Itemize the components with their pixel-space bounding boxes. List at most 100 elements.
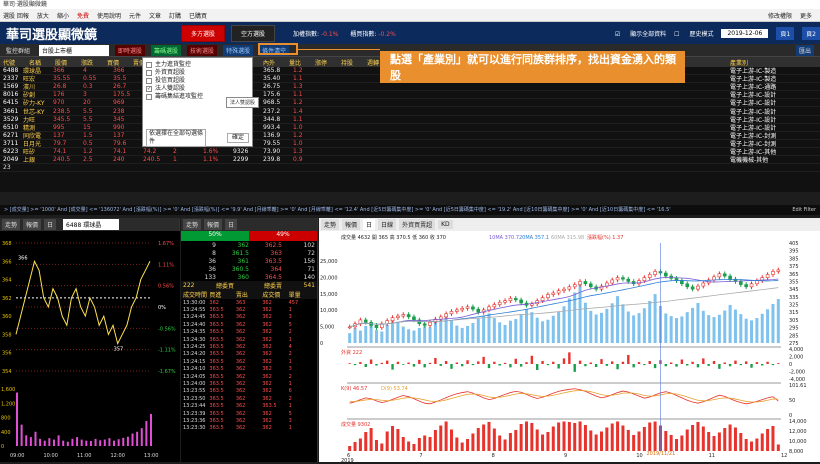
tab-quote[interactable]: 報價	[342, 219, 361, 230]
kd-axis-label: 101.61	[789, 383, 807, 389]
long-select-button[interactable]: 多方選股	[181, 24, 226, 42]
export-button[interactable]: 匯出	[795, 44, 814, 56]
table-row[interactable]: 3529力旺345.55.5345345.521.6%1028344.81.1電…	[0, 116, 820, 124]
history-mode-checkbox[interactable]: ☐ 歷史模式	[674, 29, 713, 38]
depth-summary: 222 總委買 總委賣 541	[181, 281, 317, 290]
tab-daily[interactable]: 日	[44, 219, 57, 230]
candle-body	[588, 283, 593, 288]
checkbox[interactable]	[146, 78, 152, 84]
volume2-bar	[385, 431, 389, 451]
tick-cell: 13:24:45	[183, 314, 206, 321]
page1-button[interactable]: 頁1	[776, 26, 795, 40]
table-row[interactable]: 1569濱川26.80.326.726.821.1%188426.751.3電子…	[0, 83, 820, 92]
column-header[interactable]: 買價	[107, 58, 133, 67]
realtime-select-tab[interactable]: 即時選股	[115, 44, 146, 56]
table-row[interactable]: 6223 旺矽 74.1 1.2 74.1 74.2 2 1.6% 9326 73.90 1.3 電子…	[0, 147, 820, 157]
column-header[interactable]: 漲停	[315, 58, 341, 67]
table-row[interactable]: 6415矽力-KY9702096997012.1%1032968.51.2電子上…	[0, 99, 820, 108]
period-select[interactable]: 日線	[378, 219, 397, 230]
tick-cell: 363.5	[209, 307, 224, 314]
foreign-bar	[734, 360, 737, 364]
foreign-bar	[519, 364, 523, 367]
special-select-tab[interactable]: 特殊選股	[223, 44, 254, 56]
industry-cell[interactable]: 電機機械-其他	[730, 155, 820, 164]
column-header[interactable]: 量比	[289, 58, 315, 67]
foreign-bar	[530, 355, 534, 364]
chip-select-tab[interactable]: 籌碼選股	[151, 44, 182, 56]
checkbox[interactable]	[146, 94, 152, 100]
stock-code: 6223	[3, 147, 19, 155]
condition-option[interactable]: 外資買超股	[146, 69, 249, 77]
menu-item[interactable]: 放大	[37, 11, 49, 20]
menu-item[interactable]: 縮小	[57, 11, 69, 20]
table-row[interactable]: 3661世芯-KY238.55.5238238.562.4%19638237.2…	[0, 107, 820, 116]
page2-button[interactable]: 頁2	[802, 26, 820, 40]
foreign-bar	[718, 364, 721, 369]
foreign-bar	[605, 364, 609, 366]
volume-bar	[407, 329, 411, 343]
table-row[interactable]: 8016矽創1763175.517631.7%1742175.61.1電子上游-…	[0, 91, 820, 100]
foreign-bar	[669, 362, 673, 364]
menu-item[interactable]: 文章	[149, 11, 161, 20]
price-axis-label: 358	[2, 332, 12, 338]
d-label: D(9) 53.74	[381, 386, 408, 392]
tab-quote[interactable]: 報價	[23, 219, 42, 230]
menu-item[interactable]: 已購買	[189, 11, 207, 20]
checkbox[interactable]	[146, 70, 152, 76]
table-row[interactable]: 6271同欣電1371.5137137.521.1%3252136.91.2電子…	[0, 132, 820, 140]
tick-row: 13:24:40 363.5 362 362 5	[181, 321, 317, 328]
condition-option[interactable]: 投信買超股	[146, 77, 249, 85]
volume2-bar	[712, 436, 716, 451]
tab-daily[interactable]: 日	[363, 219, 376, 230]
condition-option[interactable]: ✓ 法人雙認股	[146, 85, 249, 93]
checkbox[interactable]: ✓	[146, 86, 152, 92]
indicator-select[interactable]: 外資買賣超	[399, 219, 436, 230]
tick-cell: 363.5	[209, 380, 224, 387]
foreign-bar	[712, 361, 716, 364]
order-book-cell: 156	[303, 257, 315, 265]
short-select-button[interactable]: 空方選股	[231, 24, 276, 42]
foreign-bar	[616, 364, 619, 370]
edit-filter-button[interactable]: Edit Filter	[792, 205, 816, 215]
volume2-bar	[621, 425, 625, 451]
table-row[interactable]: 6510精測9951599099511.5%2729993.41.0電子上游-I…	[0, 124, 820, 132]
menu-item[interactable]: 訂購	[169, 11, 181, 20]
confirm-button[interactable]: 確定	[226, 133, 249, 143]
candle-body	[444, 313, 448, 318]
foreign-bar	[771, 364, 775, 366]
checkbox[interactable]	[146, 62, 152, 68]
price-axis-label: 354	[2, 369, 12, 375]
show-all-checkbox[interactable]: ☑ 顯示全部資料	[615, 29, 666, 38]
table-row[interactable]: 2049 上銀 240.5 2.5 240 240.5 1 1.1% 2299 239.8 0.9 電…	[0, 155, 820, 165]
menu-item[interactable]: 更多	[800, 11, 812, 20]
market-select[interactable]: 台股上市櫃	[39, 44, 110, 56]
date-input[interactable]: 2019-12-06	[721, 28, 769, 38]
volume-bar	[380, 331, 384, 343]
column-header[interactable]: 股價	[55, 58, 81, 67]
tab-trend[interactable]: 走勢	[321, 219, 340, 230]
condition-mode-select[interactable]: 依選擇在全部勾選條件	[146, 129, 206, 147]
order-book-cell: 8	[212, 249, 216, 257]
menu-item[interactable]: 使用說明	[97, 11, 121, 20]
order-book-row: 133 360 364.5 140	[181, 273, 317, 281]
mode-select[interactable]: KD	[438, 220, 453, 229]
menu-item[interactable]: 元件	[129, 11, 141, 20]
column-header[interactable]: 內外	[263, 58, 289, 67]
tab-quote[interactable]: 報價	[204, 219, 223, 230]
price-axis-label: 365	[789, 272, 799, 278]
condition-option[interactable]: 主力進貨監控	[146, 61, 249, 69]
tab-trend[interactable]: 走勢	[2, 219, 21, 230]
tab-trend[interactable]: 走勢	[183, 219, 202, 230]
menu-item[interactable]: 修改權限	[768, 11, 792, 20]
table-row[interactable]: 3711日月光79.70.579.679.790.6%3363779.551.0…	[0, 140, 820, 148]
tick-cell: 362	[262, 336, 272, 343]
tab-daily[interactable]: 日	[225, 219, 238, 230]
menu-item[interactable]: 免費	[77, 11, 89, 20]
tech-select-tab[interactable]: 技術選股	[187, 44, 218, 56]
menu-item[interactable]: 選股 回報	[3, 11, 29, 20]
volume2-bar	[466, 439, 470, 451]
column-header[interactable]: 漲跌	[81, 58, 107, 67]
symbol-input[interactable]: 6488 環球晶	[63, 219, 120, 230]
table-cell: 26.75	[263, 83, 281, 91]
column-header[interactable]: 持股	[341, 58, 367, 67]
